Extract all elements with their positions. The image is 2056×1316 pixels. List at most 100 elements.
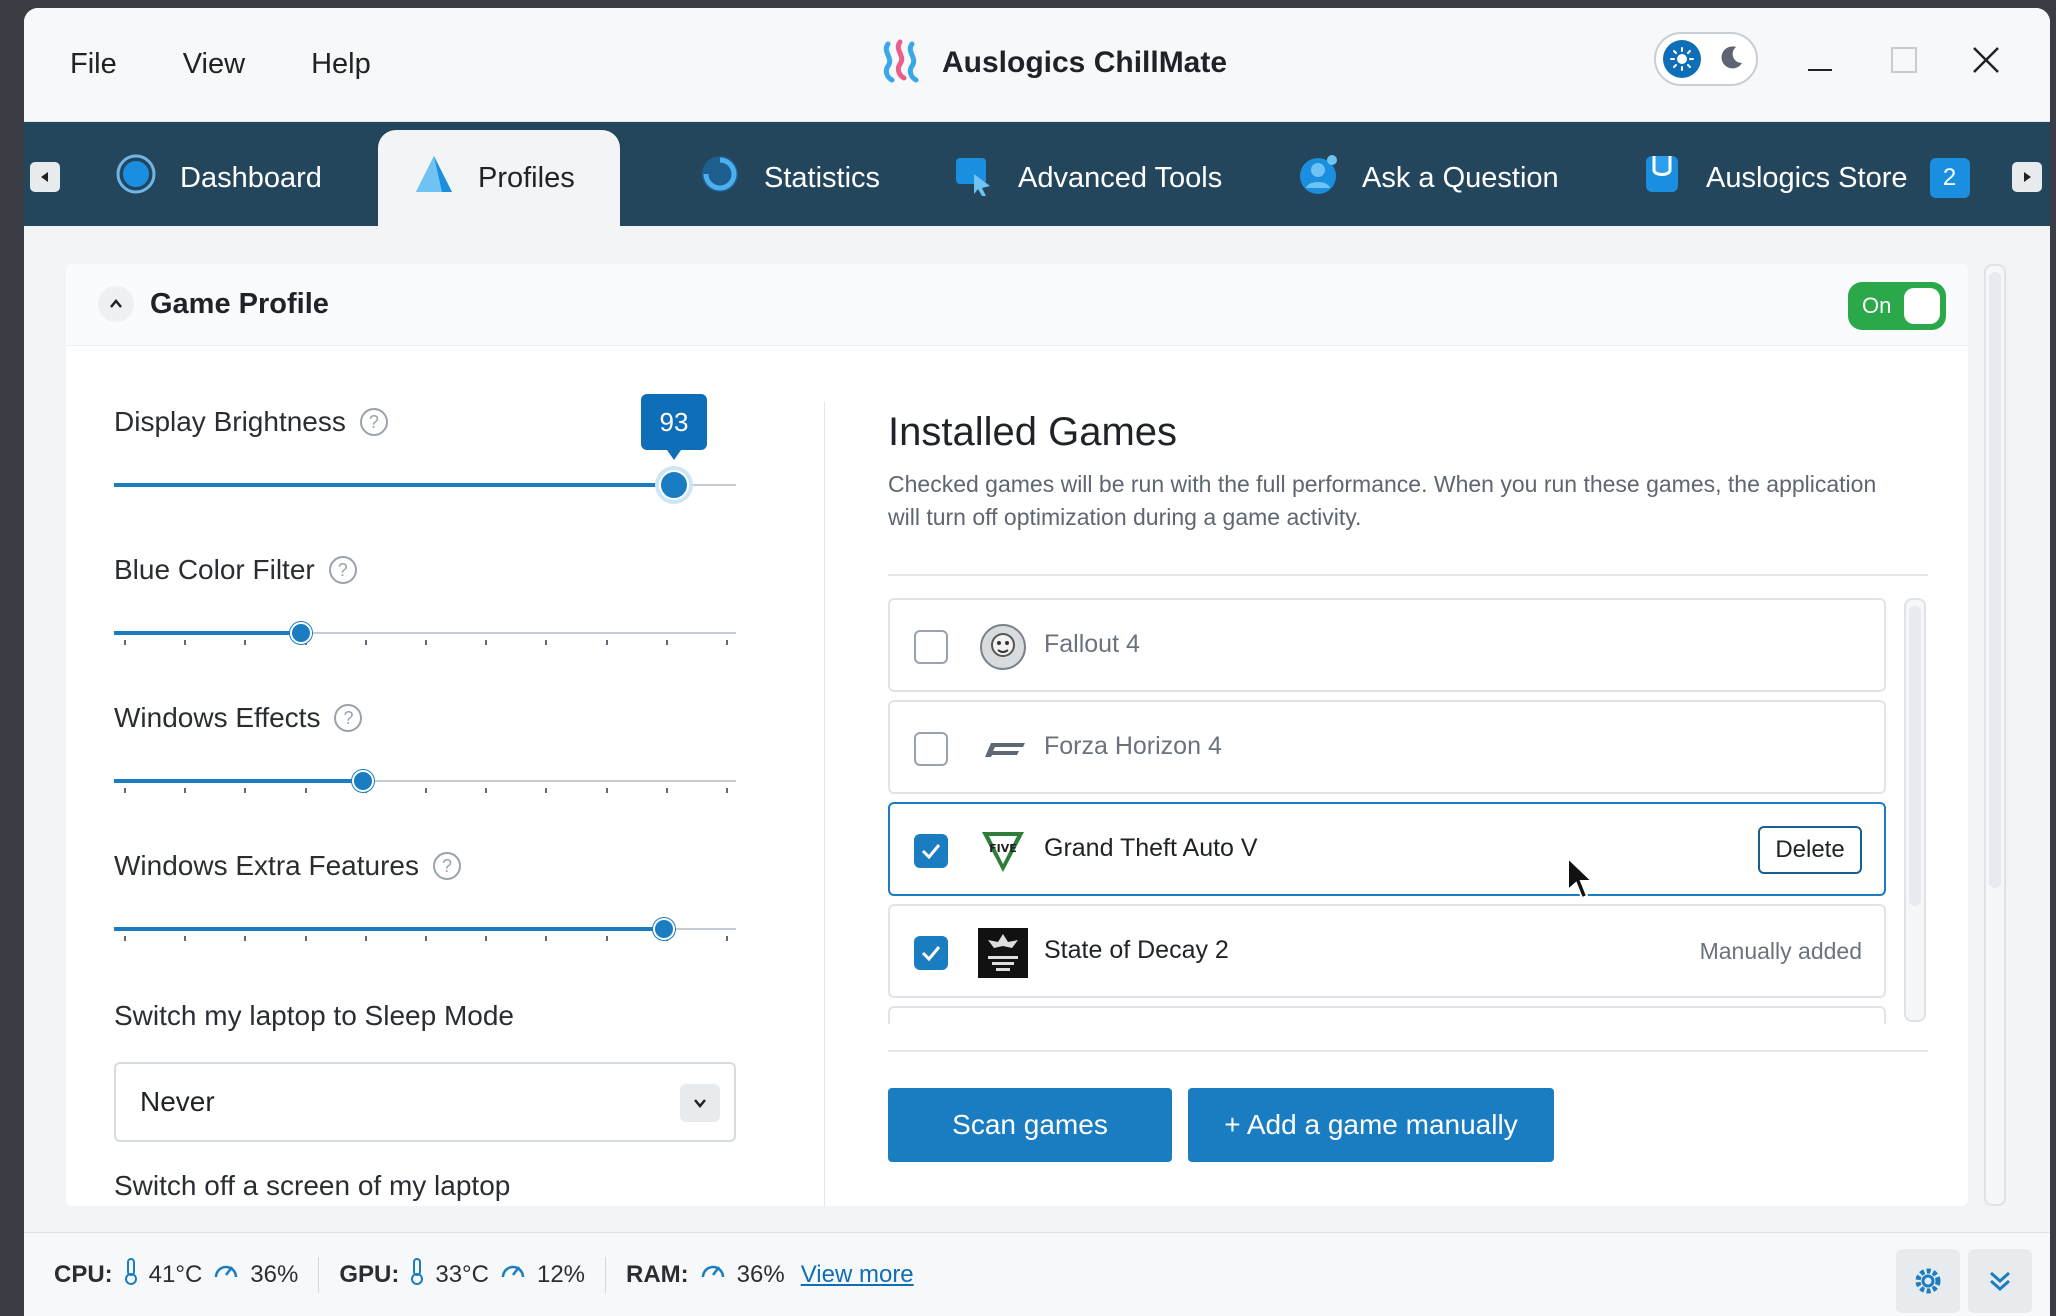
checkmark-icon (921, 946, 941, 962)
chevron-up-icon (110, 299, 122, 308)
games-list-scrollbar[interactable] (1904, 598, 1926, 1022)
main-scrollbar[interactable] (1984, 264, 2006, 1206)
sleep-mode-select[interactable]: Never (114, 1062, 736, 1142)
cpu-label: CPU: (54, 1260, 113, 1288)
help-icon[interactable]: ? (433, 852, 461, 880)
game-row-gta-v[interactable]: FIVE Grand Theft Auto V Delete (888, 802, 1886, 896)
game-name: Fallout 4 (1044, 630, 1140, 658)
game-profile-panel: Game Profile On Display Brightness ? 93 … (66, 264, 1968, 1206)
menu-help[interactable]: Help (311, 48, 371, 81)
slider-tick (244, 936, 246, 941)
blue-filter-slider[interactable] (114, 618, 736, 648)
divider (605, 1256, 607, 1293)
delete-game-button[interactable]: Delete (1758, 826, 1862, 874)
installed-games-description: Checked games will be run with the full … (888, 471, 1877, 530)
slider-tick (305, 788, 307, 793)
slider-ticks (114, 788, 736, 794)
slider-knob[interactable] (653, 918, 675, 940)
gpu-temp: 33°C (435, 1260, 489, 1288)
tab-dashboard[interactable]: Dashboard (80, 130, 356, 226)
profiles-icon (412, 152, 456, 204)
slider-ticks (114, 936, 736, 942)
game-checkbox[interactable] (914, 630, 948, 664)
help-icon[interactable]: ? (334, 704, 363, 732)
tab-auslogics-store[interactable]: Auslogics Store 2 (1606, 130, 2004, 226)
scrollbar-thumb[interactable] (1909, 606, 1921, 906)
game-checkbox[interactable] (914, 936, 948, 970)
double-chevron-down-icon (1990, 1271, 2010, 1292)
windows-extra-slider[interactable] (114, 914, 736, 944)
close-icon[interactable] (1968, 42, 2004, 78)
slider-tick (666, 640, 668, 645)
game-row-forza-horizon-4[interactable]: Forza Horizon 4 (888, 700, 1886, 794)
tab-statistics-label: Statistics (764, 161, 881, 194)
windows-effects-slider[interactable] (114, 766, 736, 796)
slider-tick (545, 936, 547, 941)
view-more-link[interactable]: View more (801, 1261, 914, 1289)
tabs-scroll-right-button[interactable] (2012, 162, 2042, 192)
game-row-state-of-decay-2[interactable]: State of Decay 2 Manually added (888, 904, 1886, 998)
game-checkbox[interactable] (914, 732, 948, 766)
windows-effects-setting: Windows Effects ? (114, 702, 363, 734)
game-row-partial[interactable] (888, 1006, 1886, 1024)
settings-button[interactable] (1896, 1249, 1960, 1313)
slider-knob[interactable] (352, 770, 374, 792)
statistics-icon (698, 152, 742, 204)
moon-icon[interactable] (1718, 43, 1746, 76)
tab-advanced-tools[interactable]: Advanced Tools (918, 130, 1256, 226)
dashboard-icon (114, 152, 158, 204)
chevron-down-icon[interactable] (680, 1084, 720, 1122)
menu-view[interactable]: View (183, 48, 245, 81)
game-checkbox[interactable] (914, 834, 948, 868)
maximize-icon[interactable] (1886, 42, 1922, 78)
slider-tick (485, 640, 487, 645)
slider-tick (365, 936, 367, 941)
tab-statistics[interactable]: Statistics (664, 130, 914, 226)
status-bar: CPU: 41°C 36% GPU: 33°C 12% RAM: 36% Vie… (24, 1232, 2050, 1316)
collapse-status-button[interactable] (1968, 1249, 2032, 1313)
minimize-icon[interactable] (1802, 42, 1838, 78)
menu-file[interactable]: File (70, 48, 117, 81)
slider-tick (726, 788, 728, 793)
display-brightness-slider[interactable] (114, 470, 736, 500)
slider-tick (124, 936, 126, 941)
panel-header: Game Profile On (66, 264, 1968, 346)
tab-profiles[interactable]: Profiles (378, 130, 620, 226)
ram-label: RAM: (626, 1260, 689, 1288)
slider-fill (114, 631, 301, 635)
help-icon[interactable]: ? (328, 556, 357, 584)
slider-tick (726, 640, 728, 645)
sleep-mode-value: Never (140, 1086, 215, 1117)
slider-tick (485, 936, 487, 941)
toggle-knob (1904, 288, 1940, 324)
cpu-temp: 41°C (148, 1260, 203, 1288)
sun-icon[interactable] (1663, 40, 1701, 78)
blue-filter-setting: Blue Color Filter ? (114, 554, 357, 586)
add-game-manually-button[interactable]: + Add a game manually (1188, 1088, 1554, 1162)
slider-knob[interactable] (290, 622, 312, 644)
profile-toggle[interactable]: On (1848, 282, 1946, 330)
slider-ticks (114, 640, 736, 646)
installed-games-title: Installed Games (888, 410, 1178, 454)
advanced-tools-icon (952, 152, 996, 204)
scan-games-button[interactable]: Scan games (888, 1088, 1172, 1162)
slider-fill (114, 779, 363, 783)
theme-switch[interactable] (1654, 32, 1758, 86)
slider-tick (184, 640, 186, 645)
slider-tick (425, 936, 427, 941)
scrollbar-thumb[interactable] (1989, 272, 2001, 888)
windows-extra-setting: Windows Extra Features ? (114, 850, 461, 882)
game-row-fallout-4[interactable]: Fallout 4 (888, 598, 1886, 692)
tabs-scroll-left-button[interactable] (30, 162, 60, 192)
collapse-button[interactable] (98, 286, 134, 322)
tab-ask-question[interactable]: Ask a Question (1262, 130, 1593, 226)
cpu-stats: CPU: 41°C 36% (54, 1257, 298, 1292)
slider-tick (606, 640, 608, 645)
help-icon[interactable]: ? (359, 408, 388, 436)
slider-knob[interactable] (659, 470, 689, 500)
app-window: File View Help Auslogics ChillMate Dashb… (24, 8, 2050, 1316)
slider-fill (114, 927, 664, 931)
brightness-value-tooltip: 93 (641, 394, 707, 460)
forza-logo-icon (978, 724, 1028, 774)
tab-ask-question-label: Ask a Question (1362, 161, 1559, 194)
